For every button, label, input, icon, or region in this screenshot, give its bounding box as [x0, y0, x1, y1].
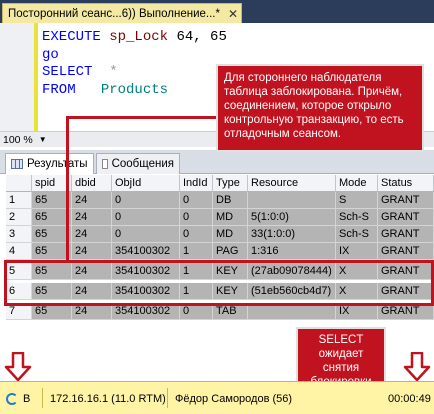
column-header-status[interactable]: Status — [378, 175, 434, 192]
zoom-value: 100 % — [3, 133, 33, 146]
column-header-mode[interactable]: Mode — [336, 175, 378, 192]
code-line-4: FROM Products — [42, 81, 169, 98]
chevron-down-icon[interactable]: ▼ — [39, 135, 47, 144]
change-tracking-bar — [34, 23, 38, 131]
editor-gutter — [0, 23, 36, 131]
status-server: 172.16.16.1 (11.0 RTM) — [50, 392, 166, 405]
message-icon — [102, 159, 108, 169]
annotation-table-locked: Для стороннего наблюдателя таблица забло… — [216, 64, 424, 152]
locked-rows-highlight — [4, 260, 434, 306]
column-header-indid[interactable]: IndId — [180, 175, 213, 192]
close-icon[interactable]: ✕ — [228, 7, 238, 21]
document-tab-strip: Посторонний сеанс...6)) Выполнение...* ✕ — [0, 0, 434, 23]
table-row[interactable]: 1 65 24 0 0 DB S GRANT — [6, 192, 434, 209]
code-line-3: SELECT * — [42, 64, 118, 80]
column-header — [6, 175, 32, 192]
query-tab-title: Посторонний сеанс...6)) Выполнение...* — [8, 7, 220, 20]
arrow-down-icon — [4, 352, 32, 382]
column-header-resource[interactable]: Resource — [248, 175, 336, 192]
status-elapsed-time: 00:00:49 — [388, 392, 431, 405]
table-row[interactable]: 3 65 24 0 0 MD 33(1:0:0) Sch-S GRANT — [6, 226, 434, 243]
tab-results[interactable]: Результаты — [5, 153, 94, 174]
busy-spinner-icon — [6, 392, 18, 405]
arrow-down-icon — [403, 352, 431, 382]
status-user: Фёдор Самородов (56) — [175, 392, 293, 405]
sql-code[interactable]: EXECUTE sp_Lock 64, 65 go SELECT * FROM … — [42, 29, 227, 99]
status-execution: B — [0, 382, 46, 414]
code-line-1: EXECUTE sp_Lock 64, 65 — [42, 29, 227, 45]
callout-connector-vertical — [66, 116, 69, 261]
status-mode: B — [23, 392, 31, 405]
status-separator — [42, 388, 43, 408]
status-bar: B 172.16.16.1 (11.0 RTM) Фёдор Самородов… — [0, 381, 434, 414]
column-header-dbid[interactable]: dbid — [72, 175, 112, 192]
column-header-type[interactable]: Type — [213, 175, 248, 192]
grid-icon — [11, 159, 23, 169]
table-row[interactable]: 4 65 24 354100302 1 PAG 1:316 IX GRANT — [6, 243, 434, 260]
status-separator — [167, 388, 168, 408]
query-tab[interactable]: Посторонний сеанс...6)) Выполнение...* ✕ — [2, 3, 242, 23]
code-line-2: go — [42, 46, 59, 63]
callout-connector-horizontal — [66, 116, 218, 119]
column-header-objid[interactable]: ObjId — [112, 175, 180, 192]
table-row[interactable]: 2 65 24 0 0 MD 5(1:0:0) Sch-S GRANT — [6, 209, 434, 226]
grid-header-row: spid dbid ObjId IndId Type Resource Mode… — [6, 175, 434, 192]
tab-messages[interactable]: Сообщения — [96, 153, 180, 174]
